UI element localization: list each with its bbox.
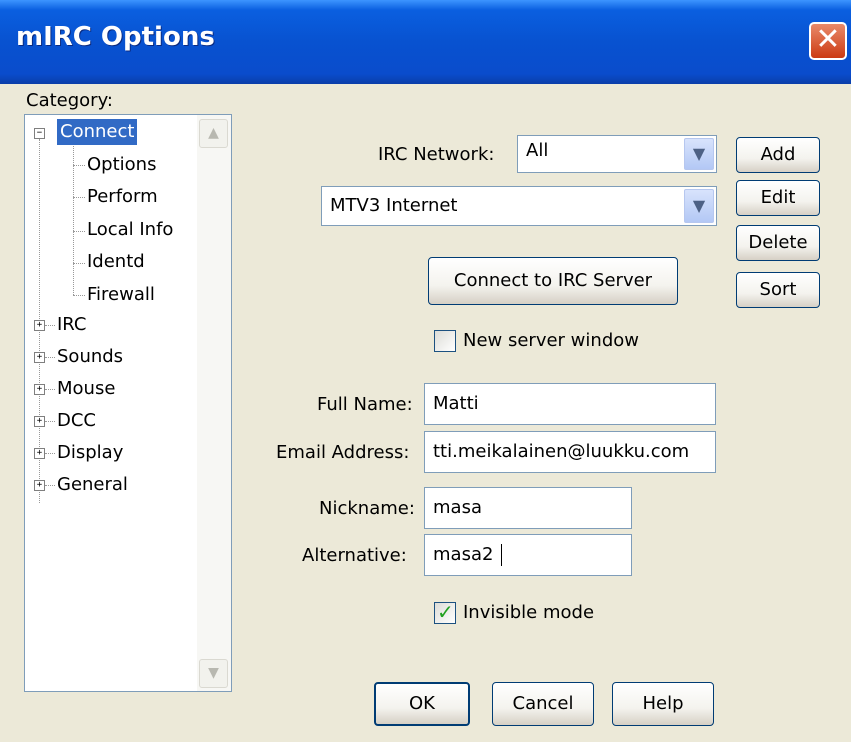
expand-icon[interactable]: + xyxy=(34,384,45,395)
tree-connector xyxy=(73,197,85,198)
expand-icon[interactable]: + xyxy=(34,352,45,363)
add-button[interactable]: Add xyxy=(736,137,820,173)
tree-item-firewall[interactable]: Firewall xyxy=(87,282,155,308)
tree-item-dcc[interactable]: DCC xyxy=(57,408,96,434)
category-tree[interactable]: − Connect Options Perform Local Info Ide… xyxy=(24,114,232,692)
expand-icon[interactable]: + xyxy=(34,448,45,459)
tree-connector xyxy=(45,485,55,486)
tree-item-options[interactable]: Options xyxy=(87,152,156,178)
alternative-value: masa2 xyxy=(433,544,494,565)
tree-connector xyxy=(73,231,85,232)
email-field[interactable]: tti.meikalainen@luukku.com xyxy=(424,431,716,473)
sort-button[interactable]: Sort xyxy=(736,272,820,308)
full-name-label: Full Name: xyxy=(317,394,413,415)
full-name-value: Matti xyxy=(433,393,479,414)
window-title: mIRC Options xyxy=(16,22,215,52)
tree-connector xyxy=(45,453,55,454)
tree-item-irc[interactable]: IRC xyxy=(57,312,87,338)
dropdown-arrow-icon[interactable]: ▼ xyxy=(684,138,714,170)
close-button[interactable]: ✕ xyxy=(809,22,847,60)
irc-network-select[interactable]: All ▼ xyxy=(517,135,717,173)
invisible-mode-checkbox[interactable]: ✓ xyxy=(434,600,456,624)
tree-item-identd[interactable]: Identd xyxy=(87,249,145,275)
email-label: Email Address: xyxy=(276,442,410,463)
tree-scrollbar[interactable]: ▲ ▼ xyxy=(197,115,231,691)
irc-network-label: IRC Network: xyxy=(378,144,495,165)
new-server-window-label[interactable]: New server window xyxy=(463,330,639,351)
collapse-icon[interactable]: − xyxy=(34,128,45,139)
alternative-label: Alternative: xyxy=(302,545,407,566)
full-name-field[interactable]: Matti xyxy=(424,383,716,425)
text-cursor xyxy=(501,544,502,566)
tree-connector xyxy=(73,165,85,166)
scroll-down-arrow-icon: ▼ xyxy=(208,665,219,681)
mirc-options-dialog: mIRC Options ✕ Category: − Connect Optio… xyxy=(0,0,851,742)
tree-connector xyxy=(45,357,55,358)
server-select[interactable]: MTV3 Internet ▼ xyxy=(321,186,717,226)
scroll-up-arrow-icon: ▲ xyxy=(208,125,219,141)
nickname-label: Nickname: xyxy=(319,498,415,519)
delete-button[interactable]: Delete xyxy=(736,225,820,261)
tree-item-display[interactable]: Display xyxy=(57,440,123,466)
tree-item-general[interactable]: General xyxy=(57,472,128,498)
expand-icon[interactable]: + xyxy=(34,320,45,331)
tree-connector xyxy=(73,263,85,264)
alternative-field[interactable]: masa2 xyxy=(424,534,632,576)
scroll-down-button[interactable]: ▼ xyxy=(199,659,228,688)
tree-item-connect[interactable]: Connect xyxy=(57,119,138,145)
close-icon: ✕ xyxy=(815,22,841,57)
nickname-value: masa xyxy=(433,497,482,518)
scroll-up-button[interactable]: ▲ xyxy=(199,119,228,148)
new-server-window-checkbox[interactable] xyxy=(434,330,456,352)
ok-button[interactable]: OK xyxy=(374,682,470,726)
checkmark-icon: ✓ xyxy=(437,600,454,624)
expand-icon[interactable]: + xyxy=(34,480,45,491)
server-value: MTV3 Internet xyxy=(330,195,458,216)
dropdown-arrow-icon[interactable]: ▼ xyxy=(684,189,714,223)
tree-connector xyxy=(45,389,55,390)
tree-connector xyxy=(45,325,55,326)
invisible-mode-label[interactable]: Invisible mode xyxy=(463,602,594,623)
expand-icon[interactable]: + xyxy=(34,416,45,427)
nickname-field[interactable]: masa xyxy=(424,487,632,529)
tree-item-perform[interactable]: Perform xyxy=(87,184,158,210)
tree-item-sounds[interactable]: Sounds xyxy=(57,344,123,370)
help-button[interactable]: Help xyxy=(612,682,714,726)
connect-to-server-button[interactable]: Connect to IRC Server xyxy=(428,257,678,305)
tree-connector xyxy=(73,295,85,296)
edit-button[interactable]: Edit xyxy=(736,180,820,216)
tree-item-local-info[interactable]: Local Info xyxy=(87,217,173,243)
title-bar[interactable]: mIRC Options ✕ xyxy=(0,0,851,84)
category-label: Category: xyxy=(26,90,113,111)
tree-connector xyxy=(45,421,55,422)
irc-network-value: All xyxy=(526,140,549,161)
email-value: tti.meikalainen@luukku.com xyxy=(433,441,690,462)
tree-item-mouse[interactable]: Mouse xyxy=(57,376,115,402)
cancel-button[interactable]: Cancel xyxy=(492,682,594,726)
